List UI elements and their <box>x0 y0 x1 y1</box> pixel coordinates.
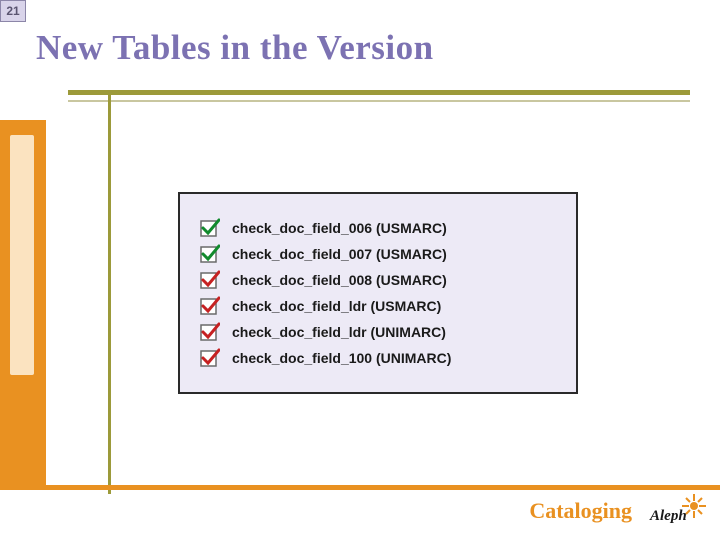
footer-label: Cataloging <box>529 498 632 524</box>
list-item: check_doc_field_ldr (UNIMARC) <box>200 322 556 342</box>
pale-rule <box>68 100 690 102</box>
list-item: check_doc_field_ldr (USMARC) <box>200 296 556 316</box>
list-item: check_doc_field_006 (USMARC) <box>200 218 556 238</box>
checkmark-icon <box>200 270 220 290</box>
olive-rule <box>68 90 690 95</box>
list-item-label: check_doc_field_006 (USMARC) <box>232 220 447 236</box>
list-item-label: check_doc_field_007 (USMARC) <box>232 246 447 262</box>
list-item: check_doc_field_008 (USMARC) <box>200 270 556 290</box>
olive-vertical-rule <box>108 90 111 494</box>
list-item-label: check_doc_field_ldr (USMARC) <box>232 298 441 314</box>
checkmark-icon <box>200 244 220 264</box>
page-number: 21 <box>6 4 19 18</box>
logo-text: Aleph <box>650 508 687 525</box>
slide: 21 New Tables in the Version check_doc_f… <box>0 0 720 540</box>
list-item-label: check_doc_field_ldr (UNIMARC) <box>232 324 446 340</box>
page-number-badge: 21 <box>0 0 26 22</box>
slide-title: New Tables in the Version <box>36 28 434 68</box>
list-item: check_doc_field_007 (USMARC) <box>200 244 556 264</box>
title-underline-group <box>68 90 690 110</box>
list-item-label: check_doc_field_100 (UNIMARC) <box>232 350 451 366</box>
bottom-orange-rule <box>0 485 720 490</box>
tables-list-box: check_doc_field_006 (USMARC) check_doc_f… <box>178 192 578 394</box>
checkmark-icon <box>200 348 220 368</box>
aleph-logo: Aleph <box>648 492 710 532</box>
checkmark-icon <box>200 218 220 238</box>
list-item: check_doc_field_100 (UNIMARC) <box>200 348 556 368</box>
checkmark-icon <box>200 322 220 342</box>
checkmark-icon <box>200 296 220 316</box>
left-band-highlight <box>10 135 34 375</box>
list-item-label: check_doc_field_008 (USMARC) <box>232 272 447 288</box>
